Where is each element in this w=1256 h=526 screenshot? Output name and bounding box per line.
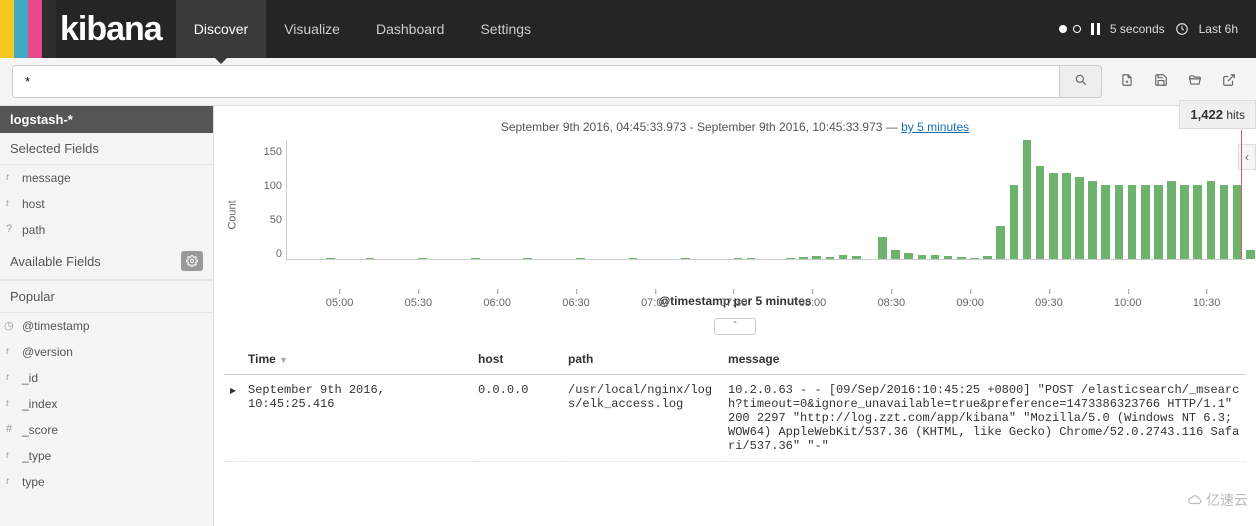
x-tick: 08:00 [799,297,827,309]
cloud-icon [1188,493,1202,507]
field-message[interactable]: tmessage [0,165,213,191]
y-axis-label: Count [227,200,239,229]
x-tick: 10:00 [1114,297,1142,309]
col-time[interactable]: Time ▼ [242,344,472,375]
x-tick: 10:30 [1193,297,1221,309]
selected-fields-title: Selected Fields [0,133,213,165]
sidebar: logstash-* Selected Fields tmessagethost… [0,106,214,526]
field-_index[interactable]: t_index [0,391,213,417]
field-type[interactable]: ttype [0,469,213,495]
external-link-icon [1222,73,1236,87]
refresh-interval[interactable]: 5 seconds [1110,22,1165,36]
x-tick: 06:30 [562,297,590,309]
file-plus-icon [1120,73,1134,87]
x-tick: 05:30 [405,297,433,309]
col-path[interactable]: path [562,344,722,375]
field-path[interactable]: ?path [0,217,213,243]
folder-open-icon [1188,73,1202,87]
time-range-label: September 9th 2016, 04:45:33.973 - Septe… [224,106,1246,140]
x-tick: 09:30 [1035,297,1063,309]
x-tick: 08:30 [878,297,906,309]
clock-icon [1175,22,1189,36]
field-_id[interactable]: t_id [0,365,213,391]
cell-message: 10.2.0.63 - - [09/Sep/2016:10:45:25 +080… [722,375,1246,462]
open-search-button[interactable] [1188,73,1202,90]
field-host[interactable]: thost [0,191,213,217]
expand-row-button[interactable]: ▸ [224,375,242,462]
x-tick: 09:00 [956,297,984,309]
logo-text: kibana [56,0,176,58]
field-@timestamp[interactable]: ◷@timestamp [0,313,213,339]
new-search-button[interactable] [1120,73,1134,90]
available-fields-title: Available Fields [10,254,101,269]
interval-link[interactable]: by 5 minutes [901,120,969,134]
watermark: 亿速云 [1188,490,1248,510]
now-marker [1241,130,1242,259]
nav-settings[interactable]: Settings [462,0,549,58]
table-row: ▸ September 9th 2016, 10:45:25.416 0.0.0… [224,375,1246,462]
nav-dashboard[interactable]: Dashboard [358,0,463,58]
histogram-chart[interactable]: Count 150100500 05:0005:3006:0006:3007:0… [224,140,1246,290]
save-icon [1154,73,1168,87]
search-button[interactable] [1059,66,1101,97]
x-tick: 07:00 [641,297,669,309]
hits-badge: 1,422 hits [1179,100,1256,129]
x-tick: 06:00 [483,297,511,309]
cell-path: /usr/local/nginx/logs/elk_access.log [562,375,722,462]
status-dots [1059,25,1081,33]
logo-stripes [0,0,56,58]
x-tick: 07:30 [720,297,748,309]
popular-fields-title: Popular [0,280,213,313]
main-pane: 1,422 hits ‹ September 9th 2016, 04:45:3… [214,106,1256,526]
gear-icon [186,255,198,267]
field-settings-button[interactable] [181,251,203,271]
collapse-chart-button[interactable]: ˆ [714,318,755,335]
top-nav: kibana Discover Visualize Dashboard Sett… [0,0,1256,58]
x-tick: 05:00 [326,297,354,309]
sort-desc-icon: ▼ [279,355,288,365]
index-pattern-picker[interactable]: logstash-* [0,106,213,133]
field-_score[interactable]: #_score [0,417,213,443]
field-_type[interactable]: t_type [0,443,213,469]
col-host[interactable]: host [472,344,562,375]
search-icon [1074,73,1088,87]
col-message[interactable]: message [722,344,1246,375]
document-table: Time ▼ host path message ▸ September 9th… [224,344,1246,462]
field-@version[interactable]: t@version [0,339,213,365]
pause-icon[interactable] [1091,23,1100,35]
share-button[interactable] [1222,73,1236,90]
save-search-button[interactable] [1154,73,1168,90]
query-toolbar [0,58,1256,106]
search-input[interactable] [13,66,1059,97]
cell-host: 0.0.0.0 [472,375,562,462]
time-range[interactable]: Last 6h [1199,22,1238,36]
cell-time: September 9th 2016, 10:45:25.416 [242,375,472,462]
nav-visualize[interactable]: Visualize [266,0,358,58]
nav-discover[interactable]: Discover [176,0,266,58]
